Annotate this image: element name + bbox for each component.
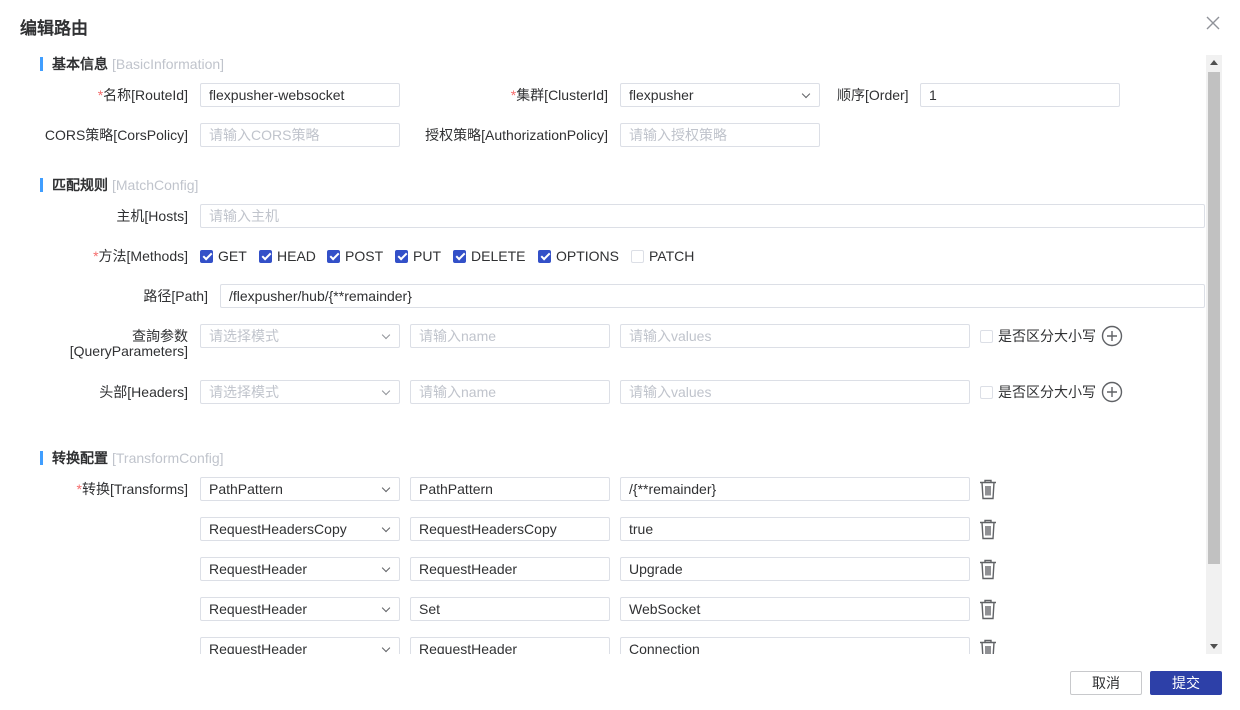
submit-button[interactable]: 提交 <box>1150 671 1222 695</box>
headers-label: 头部[Headers] <box>99 384 188 400</box>
order-input[interactable]: 1 <box>920 83 1120 107</box>
method-checkbox-post[interactable]: POST <box>327 244 383 268</box>
transform-value-input[interactable]: Connection <box>620 637 970 654</box>
method-checkbox-options[interactable]: OPTIONS <box>538 244 619 268</box>
cluster-id-label: *集群[ClusterId] <box>510 87 608 103</box>
order-label: 顺序[Order] <box>837 87 909 103</box>
checkbox-box <box>200 249 213 263</box>
transform-value-input[interactable]: WebSocket <box>620 597 970 621</box>
query-values-input[interactable]: 请输入values <box>620 324 970 348</box>
scroll-up-icon[interactable] <box>1210 60 1218 65</box>
route-id-label: *名称[RouteId] <box>97 87 188 103</box>
method-label: POST <box>345 248 384 264</box>
section-transform: 转换配置 [TransformConfig] <box>40 448 224 468</box>
transform-type-select[interactable]: RequestHeader <box>200 637 400 654</box>
transform-value-input[interactable]: true <box>620 517 970 541</box>
edit-route-dialog: 编辑路由 基本信息 [BasicInformation] *名称[RouteId… <box>0 0 1240 710</box>
authorization-policy-label: 授权策略[AuthorizationPolicy] <box>425 127 608 143</box>
header-name-input[interactable]: 请输入name <box>410 380 610 404</box>
dialog-body: 基本信息 [BasicInformation] *名称[RouteId] fle… <box>0 52 1222 654</box>
delete-transform-icon[interactable] <box>978 558 998 580</box>
delete-transform-icon[interactable] <box>978 598 998 620</box>
transform-type-select[interactable]: RequestHeadersCopy <box>200 517 400 541</box>
cancel-button[interactable]: 取消 <box>1070 671 1142 695</box>
add-query-parameter-icon[interactable] <box>1101 325 1123 347</box>
section-title: 转换配置 <box>52 450 108 466</box>
add-header-icon[interactable] <box>1101 381 1123 403</box>
checkbox-box <box>259 249 272 263</box>
close-icon[interactable] <box>1204 14 1222 32</box>
section-title: 匹配规则 <box>52 177 108 193</box>
section-match: 匹配规则 [MatchConfig] <box>40 175 198 195</box>
section-basic: 基本信息 [BasicInformation] <box>40 54 224 74</box>
method-checkbox-head[interactable]: HEAD <box>259 244 316 268</box>
transform-key-input[interactable]: Set <box>410 597 610 621</box>
checkbox-box <box>453 249 466 263</box>
transform-key-input[interactable]: RequestHeader <box>410 557 610 581</box>
transform-type-select[interactable]: PathPattern <box>200 477 400 501</box>
method-checkbox-get[interactable]: GET <box>200 244 247 268</box>
method-checkbox-delete[interactable]: DELETE <box>453 244 525 268</box>
query-mode-select[interactable]: 请选择模式 <box>200 324 400 348</box>
path-label: 路径[Path] <box>143 288 208 304</box>
vertical-scrollbar[interactable] <box>1206 55 1222 654</box>
checkbox-box <box>395 249 408 263</box>
transform-type-select[interactable]: RequestHeader <box>200 557 400 581</box>
header-mode-select[interactable]: 请选择模式 <box>200 380 400 404</box>
scrollbar-thumb[interactable] <box>1208 72 1220 564</box>
methods-label: *方法[Methods] <box>93 248 188 264</box>
query-case-sensitive-checkbox[interactable]: 是否区分大小写 <box>980 324 1096 348</box>
transform-key-input[interactable]: PathPattern <box>410 477 610 501</box>
cors-policy-label: CORS策略[CorsPolicy] <box>44 127 188 143</box>
cors-policy-input[interactable]: 请输入CORS策略 <box>200 123 400 147</box>
method-label: HEAD <box>277 248 316 264</box>
section-subtitle: [BasicInformation] <box>112 56 225 72</box>
delete-transform-icon[interactable] <box>978 478 998 500</box>
method-label: PUT <box>413 248 441 264</box>
method-checkbox-patch[interactable]: PATCH <box>631 244 694 268</box>
transform-key-input[interactable]: RequestHeadersCopy <box>410 517 610 541</box>
header-case-sensitive-checkbox[interactable]: 是否区分大小写 <box>980 380 1096 404</box>
transform-type-select[interactable]: RequestHeader <box>200 597 400 621</box>
transform-key-input[interactable]: RequestHeader <box>410 637 610 654</box>
hosts-label: 主机[Hosts] <box>116 208 188 224</box>
method-checkbox-put[interactable]: PUT <box>395 244 441 268</box>
delete-transform-icon[interactable] <box>978 638 998 654</box>
dialog-title: 编辑路由 <box>20 19 88 38</box>
path-input[interactable]: /flexpusher/hub/{**remainder} <box>220 284 1205 308</box>
transform-value-input[interactable]: Upgrade <box>620 557 970 581</box>
checkbox-box <box>538 249 551 263</box>
section-subtitle: [TransformConfig] <box>112 450 224 466</box>
method-label: DELETE <box>471 248 526 264</box>
authorization-policy-input[interactable]: 请输入授权策略 <box>620 123 820 147</box>
cluster-id-select[interactable]: flexpusher <box>620 83 820 107</box>
method-label: PATCH <box>649 248 695 264</box>
method-label: GET <box>218 248 247 264</box>
query-name-input[interactable]: 请输入name <box>410 324 610 348</box>
section-subtitle: [MatchConfig] <box>112 177 199 193</box>
query-parameters-label: 查詢参数 [QueryParameters] <box>69 328 188 359</box>
route-id-input[interactable]: flexpusher-websocket <box>200 83 400 107</box>
section-title: 基本信息 <box>52 56 108 72</box>
hosts-input[interactable]: 请输入主机 <box>200 204 1205 228</box>
checkbox-box <box>327 249 340 263</box>
transform-value-input[interactable]: /{**remainder} <box>620 477 970 501</box>
header-values-input[interactable]: 请输入values <box>620 380 970 404</box>
method-label: OPTIONS <box>556 248 620 264</box>
scroll-down-icon[interactable] <box>1210 644 1218 649</box>
delete-transform-icon[interactable] <box>978 518 998 540</box>
transforms-label: *转换[Transforms] <box>76 481 189 497</box>
checkbox-box <box>631 249 644 263</box>
